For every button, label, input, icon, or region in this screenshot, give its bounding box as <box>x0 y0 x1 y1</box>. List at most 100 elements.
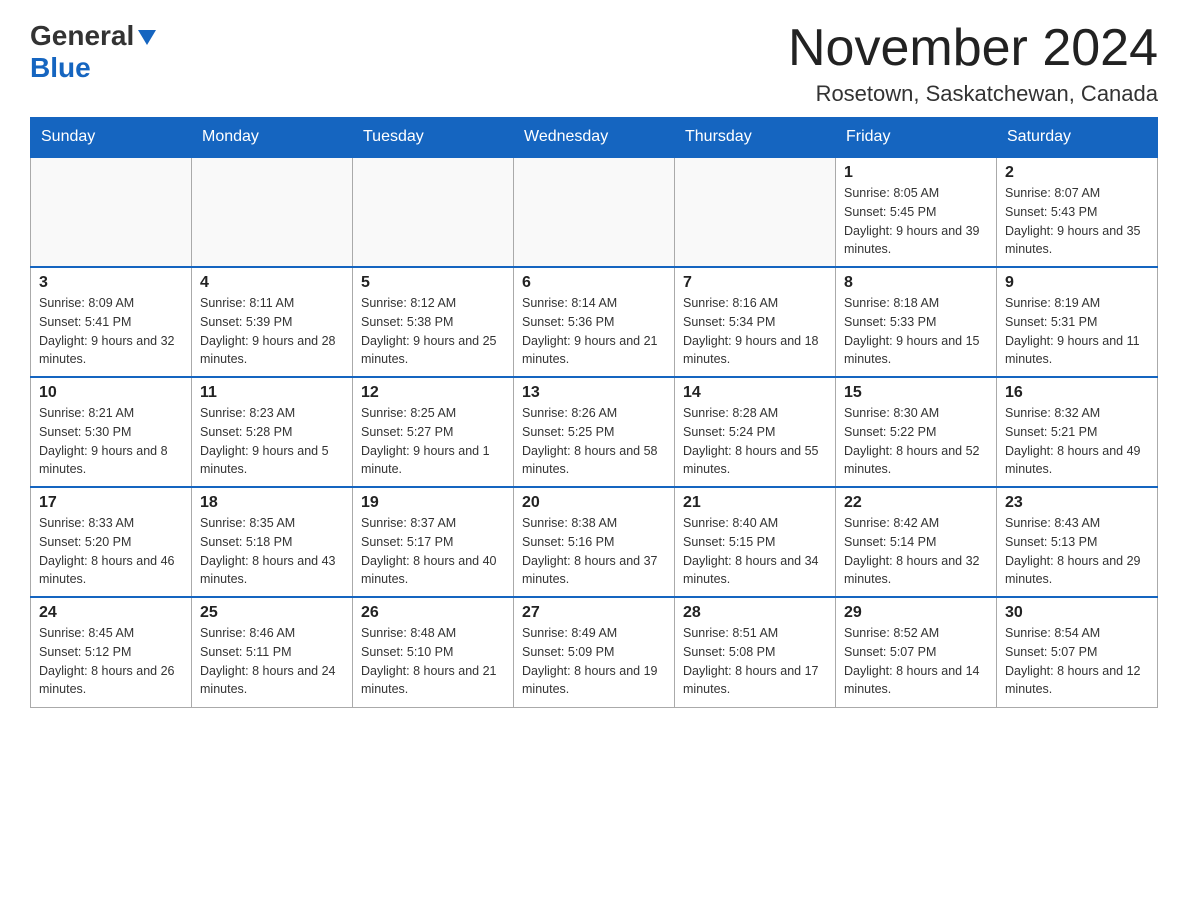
day-info: Sunrise: 8:18 AM Sunset: 5:33 PM Dayligh… <box>844 294 988 369</box>
day-number: 13 <box>522 384 666 402</box>
calendar-cell: 30Sunrise: 8:54 AM Sunset: 5:07 PM Dayli… <box>997 597 1158 707</box>
calendar-cell: 2 Sunrise: 8:07 AM Sunset: 5:43 PM Daylig… <box>997 157 1158 267</box>
day-number: 19 <box>361 494 505 512</box>
calendar-cell: 9 Sunrise: 8:19 AM Sunset: 5:31 PM Daylig… <box>997 267 1158 377</box>
weekday-header-tuesday: Tuesday <box>353 118 514 158</box>
day-number: 3 <box>39 274 183 292</box>
day-number: 5 <box>361 274 505 292</box>
weekday-header-friday: Friday <box>836 118 997 158</box>
day-info: Sunrise: 8:33 AM Sunset: 5:20 PM Dayligh… <box>39 514 183 589</box>
page-header: General Blue November 2024 Rosetown, Sas… <box>30 20 1158 107</box>
calendar-cell <box>31 157 192 267</box>
calendar-week-row: 24 Sunrise: 8:45 AM Sunset: 5:12 PM Dayli… <box>31 597 1158 707</box>
page-title: November 2024 <box>788 20 1158 77</box>
logo-general: General <box>30 20 134 52</box>
calendar-cell: 5 Sunrise: 8:12 AM Sunset: 5:38 PM Daylig… <box>353 267 514 377</box>
day-info: Sunrise: 8:28 AM Sunset: 5:24 PM Dayligh… <box>683 404 827 479</box>
calendar-week-row: 10 Sunrise: 8:21 AM Sunset: 5:30 PM Dayli… <box>31 377 1158 487</box>
day-number: 15 <box>844 384 988 402</box>
day-info: Sunrise: 8:52 AM Sunset: 5:07 PM Dayligh… <box>844 624 988 699</box>
calendar-cell: 20Sunrise: 8:38 AM Sunset: 5:16 PM Dayli… <box>514 487 675 597</box>
day-number: 2 <box>1005 164 1149 182</box>
calendar-cell: 14 Sunrise: 8:28 AM Sunset: 5:24 PM Dayli… <box>675 377 836 487</box>
day-info: Sunrise: 8:48 AM Sunset: 5:10 PM Dayligh… <box>361 624 505 699</box>
calendar-cell: 25 Sunrise: 8:46 AM Sunset: 5:11 PM Dayli… <box>192 597 353 707</box>
day-info: Sunrise: 8:19 AM Sunset: 5:31 PM Dayligh… <box>1005 294 1149 369</box>
day-number: 9 <box>1005 274 1149 292</box>
calendar-cell: 6 Sunrise: 8:14 AM Sunset: 5:36 PM Daylig… <box>514 267 675 377</box>
day-info: Sunrise: 8:25 AM Sunset: 5:27 PM Dayligh… <box>361 404 505 479</box>
day-info: Sunrise: 8:07 AM Sunset: 5:43 PM Dayligh… <box>1005 184 1149 259</box>
day-info: Sunrise: 8:51 AM Sunset: 5:08 PM Dayligh… <box>683 624 827 699</box>
calendar-cell: 10 Sunrise: 8:21 AM Sunset: 5:30 PM Dayli… <box>31 377 192 487</box>
calendar-cell: 17 Sunrise: 8:33 AM Sunset: 5:20 PM Dayli… <box>31 487 192 597</box>
logo-triangle-icon <box>138 30 156 45</box>
day-info: Sunrise: 8:14 AM Sunset: 5:36 PM Dayligh… <box>522 294 666 369</box>
calendar-cell: 1 Sunrise: 8:05 AM Sunset: 5:45 PM Daylig… <box>836 157 997 267</box>
calendar-cell: 16Sunrise: 8:32 AM Sunset: 5:21 PM Dayli… <box>997 377 1158 487</box>
day-info: Sunrise: 8:40 AM Sunset: 5:15 PM Dayligh… <box>683 514 827 589</box>
calendar-cell: 4Sunrise: 8:11 AM Sunset: 5:39 PM Daylig… <box>192 267 353 377</box>
day-info: Sunrise: 8:23 AM Sunset: 5:28 PM Dayligh… <box>200 404 344 479</box>
day-info: Sunrise: 8:11 AM Sunset: 5:39 PM Dayligh… <box>200 294 344 369</box>
calendar-cell: 12Sunrise: 8:25 AM Sunset: 5:27 PM Dayli… <box>353 377 514 487</box>
calendar-cell <box>514 157 675 267</box>
day-info: Sunrise: 8:37 AM Sunset: 5:17 PM Dayligh… <box>361 514 505 589</box>
day-number: 25 <box>200 604 344 622</box>
day-number: 27 <box>522 604 666 622</box>
day-number: 24 <box>39 604 183 622</box>
day-number: 1 <box>844 164 988 182</box>
day-number: 10 <box>39 384 183 402</box>
day-info: Sunrise: 8:35 AM Sunset: 5:18 PM Dayligh… <box>200 514 344 589</box>
day-number: 20 <box>522 494 666 512</box>
calendar-cell: 23 Sunrise: 8:43 AM Sunset: 5:13 PM Dayli… <box>997 487 1158 597</box>
day-info: Sunrise: 8:30 AM Sunset: 5:22 PM Dayligh… <box>844 404 988 479</box>
calendar-cell: 3 Sunrise: 8:09 AM Sunset: 5:41 PM Daylig… <box>31 267 192 377</box>
day-info: Sunrise: 8:49 AM Sunset: 5:09 PM Dayligh… <box>522 624 666 699</box>
day-info: Sunrise: 8:12 AM Sunset: 5:38 PM Dayligh… <box>361 294 505 369</box>
calendar-cell <box>675 157 836 267</box>
day-info: Sunrise: 8:45 AM Sunset: 5:12 PM Dayligh… <box>39 624 183 699</box>
day-info: Sunrise: 8:42 AM Sunset: 5:14 PM Dayligh… <box>844 514 988 589</box>
calendar-cell <box>353 157 514 267</box>
calendar-cell: 21 Sunrise: 8:40 AM Sunset: 5:15 PM Dayli… <box>675 487 836 597</box>
weekday-header-thursday: Thursday <box>675 118 836 158</box>
calendar-cell: 11Sunrise: 8:23 AM Sunset: 5:28 PM Dayli… <box>192 377 353 487</box>
day-number: 16 <box>1005 384 1149 402</box>
day-info: Sunrise: 8:21 AM Sunset: 5:30 PM Dayligh… <box>39 404 183 479</box>
calendar-header-row: SundayMondayTuesdayWednesdayThursdayFrid… <box>31 118 1158 158</box>
calendar-cell: 24 Sunrise: 8:45 AM Sunset: 5:12 PM Dayli… <box>31 597 192 707</box>
calendar-cell: 8Sunrise: 8:18 AM Sunset: 5:33 PM Daylig… <box>836 267 997 377</box>
day-number: 17 <box>39 494 183 512</box>
day-number: 21 <box>683 494 827 512</box>
logo-blue: Blue <box>30 52 91 84</box>
day-number: 22 <box>844 494 988 512</box>
day-number: 23 <box>1005 494 1149 512</box>
day-number: 6 <box>522 274 666 292</box>
day-info: Sunrise: 8:05 AM Sunset: 5:45 PM Dayligh… <box>844 184 988 259</box>
day-number: 26 <box>361 604 505 622</box>
day-info: Sunrise: 8:09 AM Sunset: 5:41 PM Dayligh… <box>39 294 183 369</box>
day-info: Sunrise: 8:46 AM Sunset: 5:11 PM Dayligh… <box>200 624 344 699</box>
calendar-cell <box>192 157 353 267</box>
calendar-week-row: 1 Sunrise: 8:05 AM Sunset: 5:45 PM Daylig… <box>31 157 1158 267</box>
logo: General Blue <box>30 20 156 84</box>
day-number: 18 <box>200 494 344 512</box>
calendar-cell: 15 Sunrise: 8:30 AM Sunset: 5:22 PM Dayli… <box>836 377 997 487</box>
day-number: 28 <box>683 604 827 622</box>
weekday-header-monday: Monday <box>192 118 353 158</box>
weekday-header-sunday: Sunday <box>31 118 192 158</box>
calendar-cell: 13Sunrise: 8:26 AM Sunset: 5:25 PM Dayli… <box>514 377 675 487</box>
title-block: November 2024 Rosetown, Saskatchewan, Ca… <box>788 20 1158 107</box>
calendar-week-row: 3 Sunrise: 8:09 AM Sunset: 5:41 PM Daylig… <box>31 267 1158 377</box>
day-info: Sunrise: 8:43 AM Sunset: 5:13 PM Dayligh… <box>1005 514 1149 589</box>
calendar-cell: 27 Sunrise: 8:49 AM Sunset: 5:09 PM Dayli… <box>514 597 675 707</box>
calendar-cell: 7Sunrise: 8:16 AM Sunset: 5:34 PM Daylig… <box>675 267 836 377</box>
weekday-header-wednesday: Wednesday <box>514 118 675 158</box>
day-number: 30 <box>1005 604 1149 622</box>
calendar-cell: 29Sunrise: 8:52 AM Sunset: 5:07 PM Dayli… <box>836 597 997 707</box>
day-number: 7 <box>683 274 827 292</box>
calendar-cell: 28 Sunrise: 8:51 AM Sunset: 5:08 PM Dayli… <box>675 597 836 707</box>
day-number: 14 <box>683 384 827 402</box>
calendar-cell: 18 Sunrise: 8:35 AM Sunset: 5:18 PM Dayli… <box>192 487 353 597</box>
